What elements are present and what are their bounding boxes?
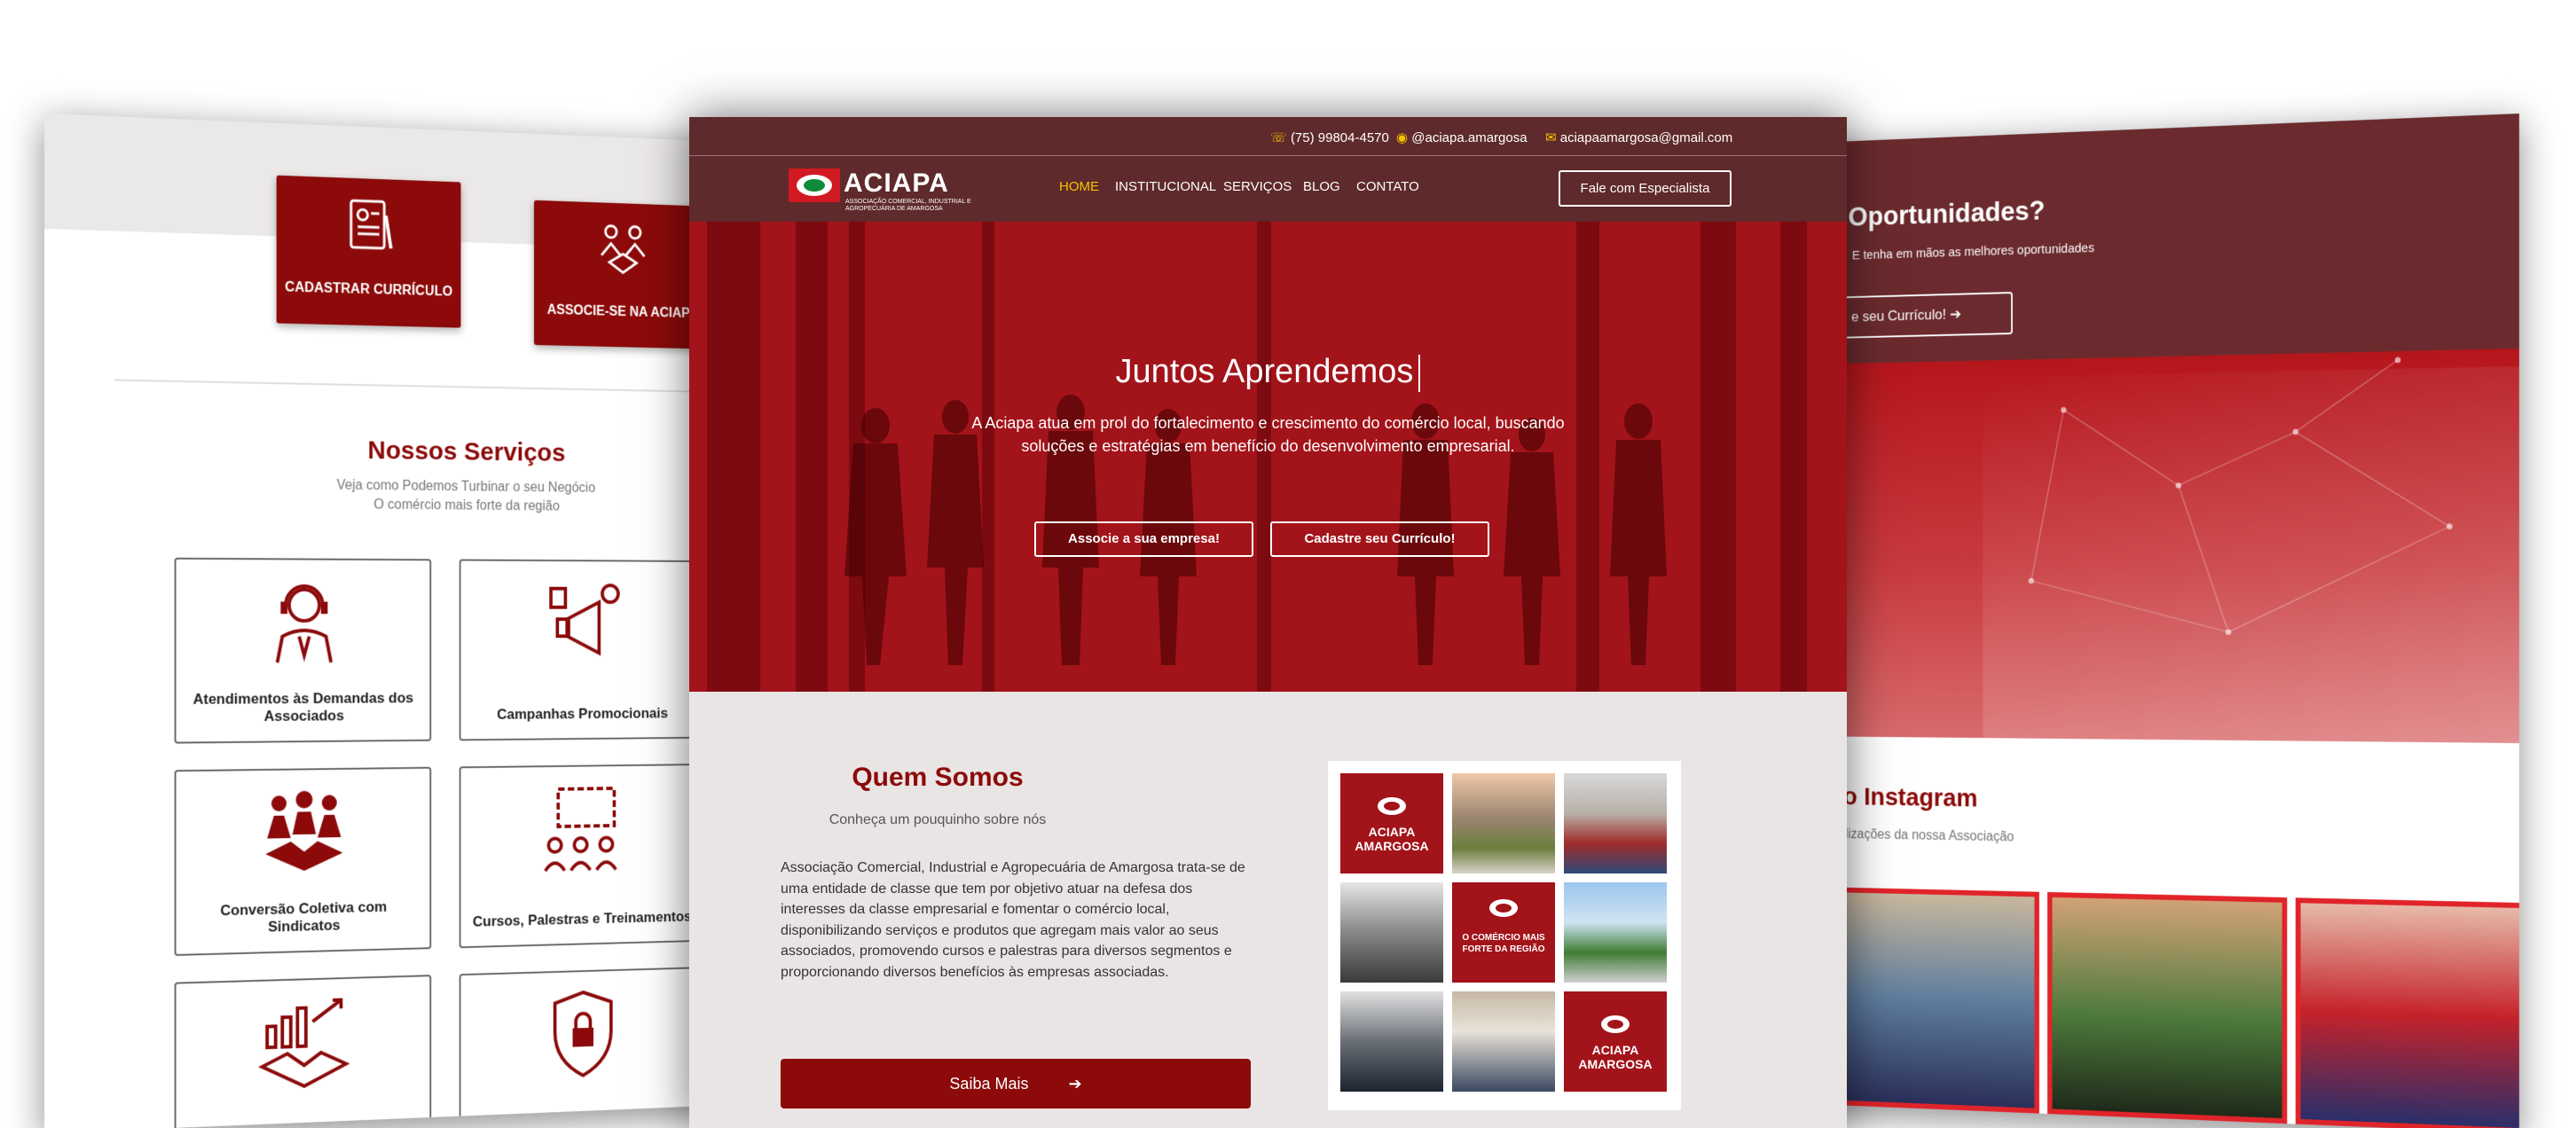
service-card[interactable]: Serviço de Proteção ao Crédito [459, 967, 705, 1128]
network-lines-graphic: o na [1818, 349, 2519, 743]
tile-slogan-text: O COMÉRCIO MAIS FORTE DA REGIÃO [1462, 933, 1545, 954]
about-subtitle: Conheça um pouquinho sobre nós [829, 812, 1047, 827]
opportunities-section: Oportunidades? E tenha em mãos as melhor… [1732, 114, 2519, 366]
growth-handshake-icon [254, 994, 355, 1093]
service-card[interactable]: Atendimentos às Demandas dos Associados [174, 557, 432, 744]
saiba-mais-label: Saiba Mais [949, 1075, 1029, 1093]
right-hero-image: o na [1732, 349, 2519, 743]
phone-contact[interactable]: ☏ (75) 99804-4570 [1270, 129, 1389, 145]
resume-icon [344, 197, 394, 255]
hero-heading: Juntos Aprendemos [689, 353, 1847, 392]
service-label: Serviço de Proteção ao Crédito [481, 1111, 684, 1128]
right-page-screenshot: Oportunidades? E tenha em mãos as melhor… [1732, 114, 2519, 1128]
service-card[interactable]: Campanhas Promocionais [459, 559, 705, 741]
aciapa-emblem-icon [1489, 899, 1518, 917]
mockup-stage: Cadastrar Currículo Associe-se na Aciapa… [0, 0, 2576, 1128]
grid-tile-aciapa-2[interactable]: ACIAPA AMARGOSA [1564, 991, 1667, 1092]
service-label: Atendimentos às Demandas dos Associados [192, 689, 414, 725]
service-label: Cursos, Palestras e Treinamentos [472, 908, 692, 930]
grid-tile-aciapa[interactable]: ACIAPA AMARGOSA [1340, 773, 1443, 873]
service-card[interactable]: Conversão Coletiva com Sindicatos [174, 766, 432, 957]
handshake-group-icon [595, 221, 651, 278]
envelope-icon: ✉ [1545, 130, 1557, 145]
nav-blog[interactable]: BLOG [1303, 179, 1340, 194]
service-label: Conversão Coletiva com Sindicatos [220, 898, 388, 936]
tile-subtitle: AMARGOSA [1578, 1057, 1653, 1071]
nav-home[interactable]: HOME [1059, 179, 1099, 194]
saiba-mais-button[interactable]: Saiba Mais ➔ [781, 1059, 1251, 1108]
aciapa-emblem-icon [789, 168, 840, 202]
shield-lock-icon [547, 986, 619, 1082]
grid-photo-building[interactable] [1564, 882, 1667, 983]
card-label: Associe-se na Aciapa [546, 302, 698, 322]
arrow-right-icon: ➔ [1950, 305, 1962, 323]
send-resume-label: e seu Currículo! [1851, 306, 1946, 325]
instagram-icon: ◉ [1396, 130, 1409, 145]
fale-especialista-button[interactable]: Fale com Especialista [1559, 170, 1732, 207]
presentation-icon [538, 781, 626, 876]
cadastrar-curriculo-card[interactable]: Cadastrar Currículo [276, 175, 461, 328]
phone-text: (75) 99804-4570 [1290, 130, 1389, 145]
email-text: aciapaamargosa@gmail.com [1559, 130, 1733, 145]
instagram-contact[interactable]: ◉ @aciapa.amargosa [1396, 129, 1528, 145]
group-handshake-icon [265, 790, 343, 872]
aciapa-emblem-icon [1378, 797, 1406, 815]
aciapa-emblem-icon [1601, 1015, 1630, 1033]
cadastre-curriculo-button[interactable]: Cadastre seu Currículo! [1270, 521, 1489, 557]
grid-photo-lecture[interactable] [1340, 882, 1443, 983]
arrow-right-icon: ➔ [1068, 1075, 1082, 1093]
contact-bar: ☏ (75) 99804-4570 ◉ @aciapa.amargosa ✉ a… [689, 117, 1847, 156]
opportunities-title: Oportunidades? [1848, 194, 2046, 232]
hero-heading-text: Juntos Aprendemos [1115, 353, 1414, 390]
instagram-grid: ACIAPA AMARGOSA O COMÉRCIO MAIS FORTE DA… [1328, 761, 1681, 1110]
megaphone-icon [543, 576, 623, 670]
tile-title: ACIAPA [1591, 1043, 1639, 1057]
opportunities-text: E tenha em mãos as melhores oportunidade… [1851, 240, 2094, 263]
card-label: Cadastrar Currículo [285, 279, 453, 300]
instagram-text: @aciapa.amargosa [1411, 130, 1528, 145]
whatsapp-icon: ☏ [1270, 130, 1287, 145]
center-homepage-screenshot: ☏ (75) 99804-4570 ◉ @aciapa.amargosa ✉ a… [689, 117, 1847, 1128]
grid-photo-event[interactable] [1564, 773, 1667, 873]
logo-name: ACIAPA [844, 168, 949, 198]
email-contact[interactable]: ✉ aciapaamargosa@gmail.com [1545, 129, 1732, 145]
tile-subtitle: AMARGOSA [1355, 839, 1429, 853]
instagram-post-photo[interactable] [2295, 897, 2519, 1128]
about-body: Associação Comercial, Industrial e Agrop… [781, 860, 1245, 980]
about-title: Quem Somos [852, 763, 1024, 792]
service-card[interactable] [174, 975, 432, 1128]
grid-photo-audience[interactable] [1340, 991, 1443, 1092]
nav-servicos[interactable]: SERVIÇOS [1223, 179, 1292, 194]
nav-institucional[interactable]: INSTITUCIONAL [1115, 179, 1216, 194]
associe-empresa-button[interactable]: Associe a sua empresa! [1034, 521, 1253, 557]
instagram-post-photo[interactable] [2047, 891, 2288, 1124]
instagram-subtitle: atualizações da nossa Associação [1820, 826, 2014, 845]
hero-section: Juntos Aprendemos A Aciapa atua em prol … [689, 222, 1847, 692]
send-resume-button[interactable]: e seu Currículo! ➔ [1818, 292, 2013, 340]
service-card[interactable]: Cursos, Palestras e Treinamentos [459, 764, 705, 949]
tile-title: ACIAPA [1368, 825, 1416, 839]
typing-cursor [1418, 354, 1421, 392]
grid-photo-city-square[interactable] [1452, 773, 1555, 873]
aciapa-logo[interactable]: ACIAPA ASSOCIAÇÃO COMERCIAL, INDUSTRIAL … [789, 168, 971, 212]
site-header: ☏ (75) 99804-4570 ◉ @aciapa.amargosa ✉ a… [689, 117, 1847, 222]
grid-photo-meeting[interactable] [1452, 991, 1555, 1092]
hero-description: A Aciapa atua em prol do fortalecimento … [971, 414, 1565, 455]
nav-contato[interactable]: CONTATO [1356, 179, 1419, 194]
associe-se-card[interactable]: Associe-se na Aciapa [533, 200, 711, 349]
support-agent-icon [265, 576, 342, 671]
logo-tagline: ASSOCIAÇÃO COMERCIAL, INDUSTRIAL E AGROP… [845, 199, 971, 212]
grid-tile-slogan[interactable]: O COMÉRCIO MAIS FORTE DA REGIÃO [1452, 882, 1555, 983]
service-label: Campanhas Promocionais [497, 705, 669, 723]
